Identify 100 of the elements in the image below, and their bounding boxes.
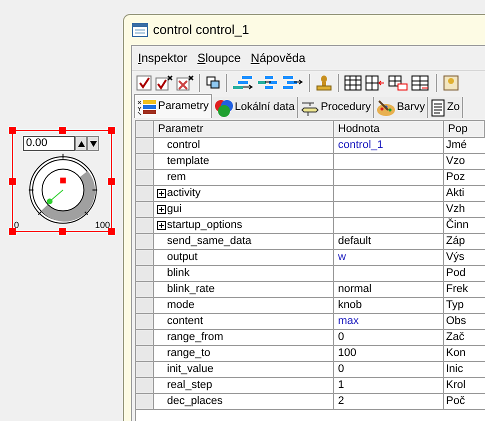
menu-item[interactable]: Inspektor [138,49,188,67]
toolbar-icon[interactable] [176,74,194,90]
parameter-name: init_value [166,362,214,377]
tab-icon [137,98,157,116]
parameter-row[interactable]: template Vzo [136,154,485,170]
parameter-value: 100 [338,346,356,361]
description-cell: Výs [446,250,464,265]
expand-icon[interactable] [157,205,166,214]
parameter-name: real_step [166,378,212,393]
toolbar-icon[interactable] [205,74,221,90]
parameter-row[interactable]: send_same_data default Záp [136,234,485,250]
selection-handle[interactable] [9,228,16,235]
column-header[interactable]: Parametr [154,121,334,137]
description-cell: Vzo [446,154,465,169]
row-header[interactable] [136,346,154,361]
tab[interactable]: Lokální data [212,97,298,118]
parameter-value: max [338,314,359,329]
row-header[interactable] [136,378,154,393]
expand-icon[interactable] [157,221,166,230]
parameter-row[interactable]: activity Akti [136,186,485,202]
row-header[interactable] [136,154,154,169]
parameter-row[interactable]: control control_1 Jmé [136,138,485,154]
selection-handle[interactable] [9,127,16,134]
selection-handle[interactable] [108,228,115,235]
description-cell: Činn [446,218,469,233]
tab[interactable]: Zo [428,97,463,118]
column-header[interactable]: Pop [444,121,485,137]
selection-handle[interactable] [108,127,115,134]
description-cell: Inic [446,362,464,377]
row-header[interactable] [136,330,154,345]
row-header[interactable] [136,298,154,313]
toolbar-icon[interactable] [344,74,362,90]
parameter-value: w [338,250,346,265]
parameter-name: range_from [166,330,224,345]
description-cell: Pod [446,266,466,281]
toolbar-icon[interactable] [136,74,152,90]
row-header[interactable] [136,266,154,281]
parameter-name: control [166,138,200,153]
spin-up-button[interactable] [75,136,87,151]
parameter-row[interactable]: mode knob Typ [136,298,485,314]
spin-down-button[interactable] [87,136,99,151]
selection-handle[interactable] [108,178,115,185]
parameter-row[interactable]: dec_places 2 Poč [136,394,485,410]
parameter-row[interactable]: range_from 0 Zač [136,330,485,346]
menu-item[interactable]: Nápověda [250,49,306,67]
tab[interactable]: Parametry [134,94,212,118]
description-cell: Obs [446,314,466,329]
parameter-row[interactable]: real_step 1 Krol [136,378,485,394]
row-header[interactable] [136,282,154,297]
tab[interactable]: Barvy [374,97,428,118]
parameter-row[interactable]: gui Vzh [136,202,485,218]
description-cell: Poč [446,394,465,409]
selection-handle[interactable] [9,178,16,185]
toolbar-icon[interactable] [155,74,173,90]
row-header[interactable] [136,362,154,377]
toolbar-icon[interactable] [282,74,304,90]
parameter-row[interactable]: init_value 0 Inic [136,362,485,378]
expand-icon[interactable] [157,189,166,198]
parameter-name: dec_places [166,394,223,409]
tab[interactable]: Procedury [298,97,374,118]
down-arrow-icon [90,140,96,146]
row-header[interactable] [136,314,154,329]
description-cell: Záp [446,234,465,249]
toolbar-icon[interactable] [388,74,408,90]
parameter-value: 0 [338,362,344,377]
parameter-row[interactable]: rem Poz [136,170,485,186]
description-cell: Kon [446,346,466,361]
parameter-row[interactable]: content max Obs [136,314,485,330]
parameter-name: template [166,154,210,169]
parameter-row[interactable]: blink Pod [136,266,485,282]
selection-handle[interactable] [59,127,66,134]
description-cell: Jmé [446,138,467,153]
menu-item[interactable]: Sloupce [197,49,241,67]
parameter-value: 2 [338,394,344,409]
parameter-row[interactable]: blink_rate normal Frek [136,282,485,298]
parameter-row[interactable]: range_to 100 Kon [136,346,485,362]
parameter-row[interactable]: startup_options Činn [136,218,485,234]
row-header[interactable] [136,138,154,153]
toolbar-icon[interactable] [365,74,385,90]
toolbar-icon[interactable] [232,74,254,90]
window-icon [132,23,148,37]
tab-icon [430,98,446,116]
row-header[interactable] [136,250,154,265]
description-cell: Zač [446,330,464,345]
description-cell: Akti [446,186,464,201]
parameter-row[interactable]: output w Výs [136,250,485,266]
value-field[interactable]: 0.00 [23,136,75,151]
scale-min-label: 0 [14,221,20,230]
parameter-name: range_to [166,346,210,361]
parameter-name: mode [166,298,195,313]
selection-handle[interactable] [59,228,66,235]
row-header[interactable] [136,394,154,409]
toolbar-icon[interactable] [411,74,431,90]
parameter-value: default [338,234,372,249]
knob-widget[interactable]: 0.00 0 100 [12,130,112,232]
parameter-name: startup_options [166,218,242,233]
parameter-name: activity [166,186,201,201]
parameter-value: control_1 [338,138,384,153]
column-header[interactable]: Hodnota [334,121,444,137]
description-cell: Krol [446,378,466,393]
